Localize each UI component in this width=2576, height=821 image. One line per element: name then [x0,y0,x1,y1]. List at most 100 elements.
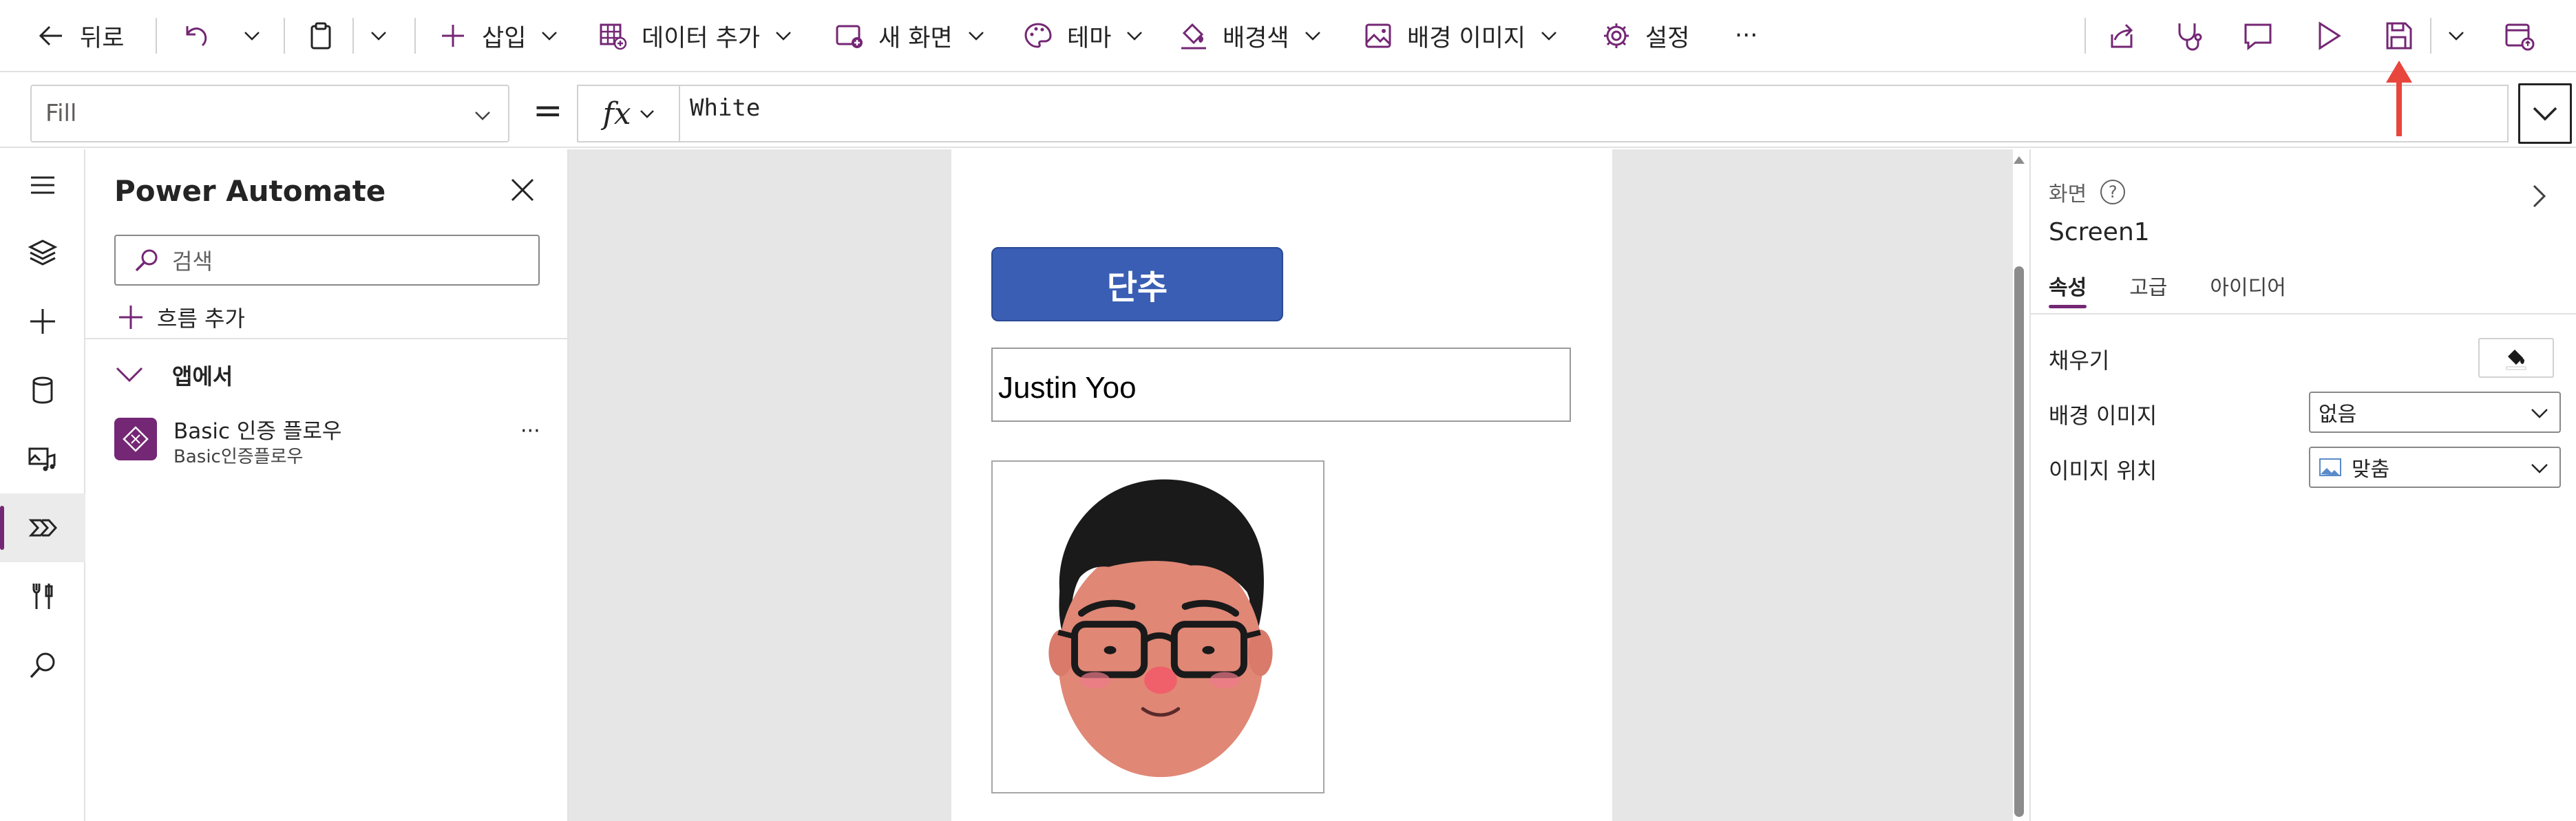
search-input[interactable]: 검색 [114,235,540,286]
rail-tree-view[interactable] [0,218,85,287]
paste-dropdown[interactable] [369,15,388,56]
properties-tabs: 속성 고급 아이디어 [2049,268,2329,313]
paste-button[interactable] [306,15,350,56]
clipboard-icon [310,22,331,50]
tab-ideas[interactable]: 아이디어 [2210,268,2285,313]
divider [85,338,567,339]
insert-label: 삽입 [482,24,527,52]
play-icon[interactable] [2312,19,2345,52]
chevron-down-icon [2533,107,2557,121]
share-icon[interactable] [2105,19,2138,52]
hamburger-icon [31,176,54,194]
flow-more-button[interactable]: ··· [520,419,540,443]
search-icon [30,652,55,679]
selected-type: 화면 ? [2049,177,2126,207]
rail-insert[interactable] [0,287,85,356]
close-icon[interactable] [507,174,538,206]
settings-button[interactable]: 설정 [1601,15,1689,56]
paint-bucket-icon [2506,350,2526,370]
back-button[interactable]: 뒤로 [36,15,124,56]
theme-label: 테마 [1067,24,1112,52]
canvas-scrollbar[interactable] [2007,149,2031,821]
divider [156,18,157,54]
chevron-down-icon [2531,409,2548,418]
panel-title: Power Automate [114,174,386,208]
tab-properties[interactable]: 속성 [2049,268,2087,313]
app-text-input[interactable]: Justin Yoo [991,348,1571,422]
stethoscope-icon[interactable] [2173,19,2206,52]
fill-color-picker[interactable] [2478,338,2554,378]
comment-icon[interactable] [2241,19,2274,52]
formula-input[interactable]: White [679,85,2509,142]
new-screen-button[interactable]: 새 화면 [834,15,986,56]
background-image-dropdown[interactable]: 없음 [2309,392,2561,433]
undo-button[interactable] [180,15,224,56]
tools-icon [32,584,53,609]
insert-button[interactable]: 삽입 [438,15,559,56]
image-position-dropdown[interactable]: 맞춤 [2309,447,2561,488]
cartoon-face-image [1048,479,1273,778]
rail-power-automate[interactable] [0,493,85,562]
formula-bar: Fill = fx White [0,72,2576,148]
app-button[interactable]: 단추 [991,247,1283,321]
paint-bucket-icon [1181,23,1206,50]
back-label: 뒤로 [80,24,125,52]
function-button[interactable]: fx [577,85,680,142]
chevron-down-icon [371,32,386,41]
selected-type-label: 화면 [2049,182,2087,206]
property-name: Fill [45,100,77,127]
power-automate-icon [28,519,58,537]
rail-data[interactable] [0,356,85,425]
rail-media[interactable] [0,425,85,493]
in-app-section-header[interactable]: 앱에서 [114,356,233,394]
flow-diamond-icon [123,426,149,452]
settings-label: 설정 [1645,24,1690,52]
rail-advanced-tools[interactable] [0,562,85,631]
background-image-label: 배경 이미지 [2049,403,2157,429]
image-position-label: 이미지 위치 [2049,458,2157,484]
flow-icon [114,418,157,460]
tab-advanced[interactable]: 고급 [2129,268,2167,313]
palette-icon [1024,23,1052,48]
add-data-button[interactable]: 데이터 추가 [598,15,793,56]
gear-icon [1604,23,1629,48]
list-item[interactable]: Basic 인증 플로우 Basic인증플로우 ··· [114,411,552,473]
divider [2031,313,2576,314]
search-placeholder: 검색 [172,248,213,275]
flow-name: Basic 인증 플로우 [173,419,342,444]
scroll-thumb[interactable] [2014,266,2024,817]
more-commands-button[interactable]: ··· [1735,15,1757,56]
help-icon[interactable]: ? [2100,180,2126,204]
chevron-down-icon [244,32,260,41]
app-screen[interactable]: 단추 Justin Yoo [951,149,1612,821]
fill-label: 채우기 [2049,348,2110,374]
chevron-down-icon [475,111,490,120]
rail-search[interactable] [0,631,85,700]
undo-dropdown[interactable] [242,15,262,56]
background-image-value: 없음 [2319,403,2357,427]
plus-icon [119,306,142,329]
save-icon[interactable] [2382,19,2415,52]
section-label: 앱에서 [172,363,233,390]
theme-button[interactable]: 테마 [1023,15,1144,56]
add-flow-button[interactable]: 흐름 추가 [117,297,245,338]
chevron-right-icon[interactable] [2525,182,2553,210]
plus-icon [442,25,464,47]
search-icon [135,249,158,272]
save-dropdown[interactable] [2447,15,2466,56]
chevron-down-icon [2449,32,2464,41]
image-icon [1365,23,1391,48]
flow-subtitle: Basic인증플로우 [173,447,304,467]
chevron-down-icon [2531,464,2548,473]
database-icon [32,376,53,404]
command-bar: 뒤로 삽입 데이터 추가 새 화면 테마 배경색 배경 이미지 설정 ··· [0,0,2576,72]
rail-menu[interactable] [0,151,85,220]
formula-expand-button[interactable] [2518,83,2572,144]
property-selector[interactable]: Fill [30,85,509,142]
background-image-button[interactable]: 배경 이미지 [1363,15,1559,56]
chevron-down-icon [116,367,143,383]
background-color-button[interactable]: 배경색 [1179,15,1322,56]
app-image[interactable] [991,460,1324,793]
screen-name[interactable]: Screen1 [2049,218,2150,246]
publish-icon[interactable] [2503,19,2536,52]
